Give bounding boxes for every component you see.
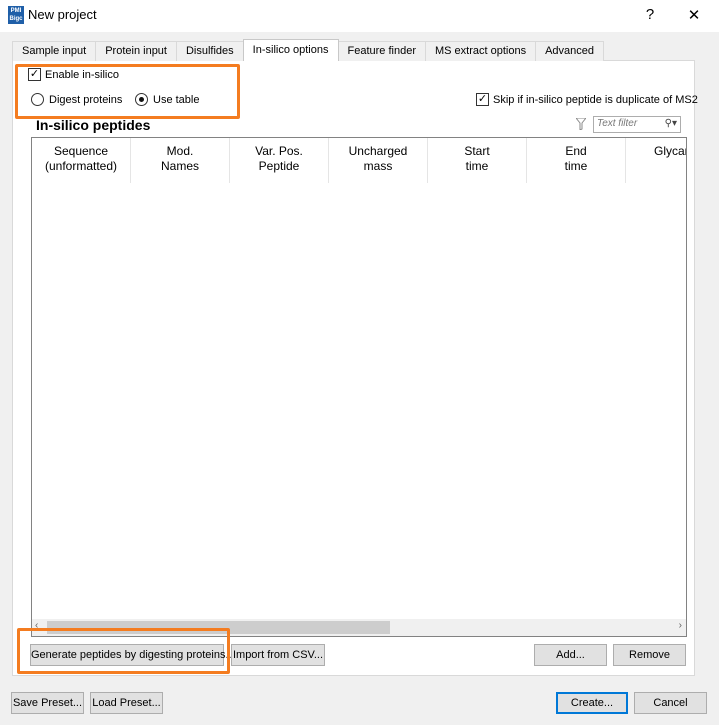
column-header-uncharged-mass[interactable]: Uncharged mass <box>329 138 428 183</box>
tab-disulfides[interactable]: Disulfides <box>175 41 244 61</box>
text-filter-input[interactable]: Text filter ⚲▾ <box>593 116 681 133</box>
app-icon: PMI Bigc <box>8 6 24 24</box>
load-preset-button[interactable]: Load Preset... <box>90 692 163 714</box>
cancel-button[interactable]: Cancel <box>634 692 707 714</box>
column-header-mod-names[interactable]: Mod. Names <box>131 138 230 183</box>
tab-protein-input[interactable]: Protein input <box>95 41 177 61</box>
text-filter-placeholder: Text filter <box>597 118 638 129</box>
column-header-end-time[interactable]: End time <box>527 138 626 183</box>
tab-ms-extract-options[interactable]: MS extract options <box>424 41 537 61</box>
window-title: New project <box>28 7 97 22</box>
column-header-var-pos-peptide[interactable]: Var. Pos. Peptide <box>230 138 329 183</box>
tab-feature-finder[interactable]: Feature finder <box>337 41 426 61</box>
remove-button[interactable]: Remove <box>613 644 686 666</box>
highlight-insilico-options <box>15 64 240 119</box>
tab-advanced[interactable]: Advanced <box>535 41 605 61</box>
highlight-generate-button <box>17 628 230 674</box>
column-header-sequence[interactable]: Sequence (unformatted) <box>32 138 131 183</box>
peptides-table[interactable]: Sequence (unformatted) Mod. Names Var. Pos… <box>31 137 687 637</box>
tab-in-silico-options[interactable]: In-silico options <box>242 39 339 61</box>
import-csv-button[interactable]: Import from CSV... <box>231 644 325 666</box>
column-header-glycan[interactable]: Glycan <box>626 138 686 183</box>
save-preset-button[interactable]: Save Preset... <box>11 692 84 714</box>
tab-strip: Sample input Protein input Disulfides In… <box>12 39 605 61</box>
skip-duplicate-label: Skip if in-silico peptide is duplicate o… <box>493 94 698 106</box>
add-button[interactable]: Add... <box>534 644 607 666</box>
table-header: Sequence (unformatted) Mod. Names Var. Pos… <box>32 138 686 183</box>
title-bar <box>0 0 719 32</box>
close-button[interactable]: ✕ <box>684 6 704 24</box>
scroll-right-icon[interactable]: › <box>679 620 682 631</box>
filter-icon[interactable] <box>574 117 588 131</box>
skip-duplicate-checkbox[interactable]: ✓ <box>476 93 489 106</box>
help-button[interactable]: ? <box>640 6 660 23</box>
insilico-peptides-title: In-silico peptides <box>36 117 151 133</box>
search-dropdown-icon[interactable]: ⚲▾ <box>665 118 677 129</box>
create-button[interactable]: Create... <box>556 692 628 714</box>
column-header-start-time[interactable]: Start time <box>428 138 527 183</box>
tab-sample-input[interactable]: Sample input <box>12 41 97 61</box>
